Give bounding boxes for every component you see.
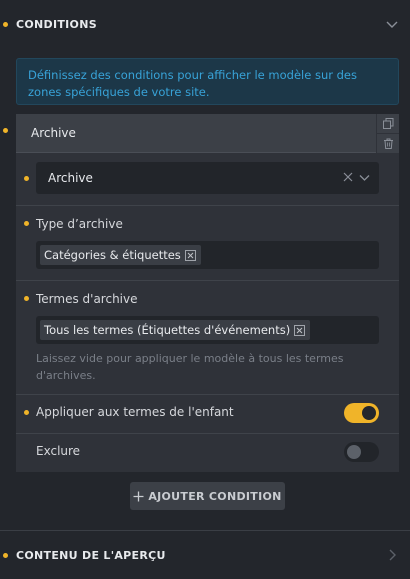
divider: [16, 394, 399, 395]
archive-type-input[interactable]: Catégories & étiquettes: [36, 241, 379, 269]
indicator-dot: [24, 221, 29, 226]
toggle-knob: [362, 406, 376, 420]
divider: [16, 280, 399, 281]
conditions-header[interactable]: CONDITIONS: [0, 0, 410, 48]
plus-icon: [133, 491, 144, 501]
archive-terms-input[interactable]: Tous les termes (Étiquettes d'événements…: [36, 316, 379, 344]
indicator-dot: [3, 128, 8, 133]
indicator-dot: [3, 22, 8, 27]
tag-label: Tous les termes (Étiquettes d'événements…: [44, 323, 291, 337]
preview-content-header[interactable]: CONTENU DE L'APERÇU: [0, 531, 410, 579]
chevron-down-icon[interactable]: [358, 171, 371, 184]
chevron-right-icon[interactable]: [384, 547, 400, 563]
divider: [16, 205, 399, 206]
divider: [16, 433, 399, 434]
condition-card-actions: [377, 114, 399, 153]
archive-terms-help: Laissez vide pour appliquer le modèle à …: [36, 352, 344, 382]
condition-card-header[interactable]: Archive: [16, 114, 376, 153]
archive-type-label: Type d’archive: [36, 217, 123, 231]
condition-card-title: Archive: [31, 126, 76, 140]
exclude-label: Exclure: [36, 444, 81, 458]
indicator-dot: [24, 176, 29, 181]
conditions-info: Définissez des conditions pour afficher …: [16, 58, 399, 105]
conditions-title: CONDITIONS: [16, 17, 97, 31]
archive-terms-label: Termes d'archive: [36, 292, 138, 306]
add-condition-button[interactable]: AJOUTER CONDITION: [130, 482, 285, 510]
tag-chip: Tous les termes (Étiquettes d'événements…: [40, 320, 311, 340]
add-condition-label: AJOUTER CONDITION: [148, 489, 282, 503]
condition-type-select[interactable]: Archive: [36, 162, 379, 194]
preview-content-title: CONTENU DE L'APERÇU: [16, 548, 166, 562]
indicator-dot: [24, 296, 29, 301]
copy-icon[interactable]: [377, 114, 399, 133]
condition-card: Archive Archive Type d’archive Catégorie…: [16, 114, 399, 472]
indicator-dot: [3, 553, 8, 558]
tag-remove-icon[interactable]: [184, 249, 196, 261]
indicator-dot: [24, 410, 29, 415]
tag-chip: Catégories & étiquettes: [40, 245, 201, 265]
condition-type-value: Archive: [48, 171, 93, 185]
trash-icon[interactable]: [377, 134, 399, 153]
child-terms-toggle[interactable]: [344, 403, 379, 423]
tag-label: Catégories & étiquettes: [44, 248, 181, 262]
child-terms-label: Appliquer aux termes de l'enfant: [36, 405, 234, 419]
exclude-toggle[interactable]: [344, 442, 379, 462]
toggle-knob: [347, 445, 361, 459]
close-icon[interactable]: [343, 172, 353, 182]
chevron-down-icon[interactable]: [384, 16, 400, 32]
tag-remove-icon[interactable]: [294, 324, 306, 336]
